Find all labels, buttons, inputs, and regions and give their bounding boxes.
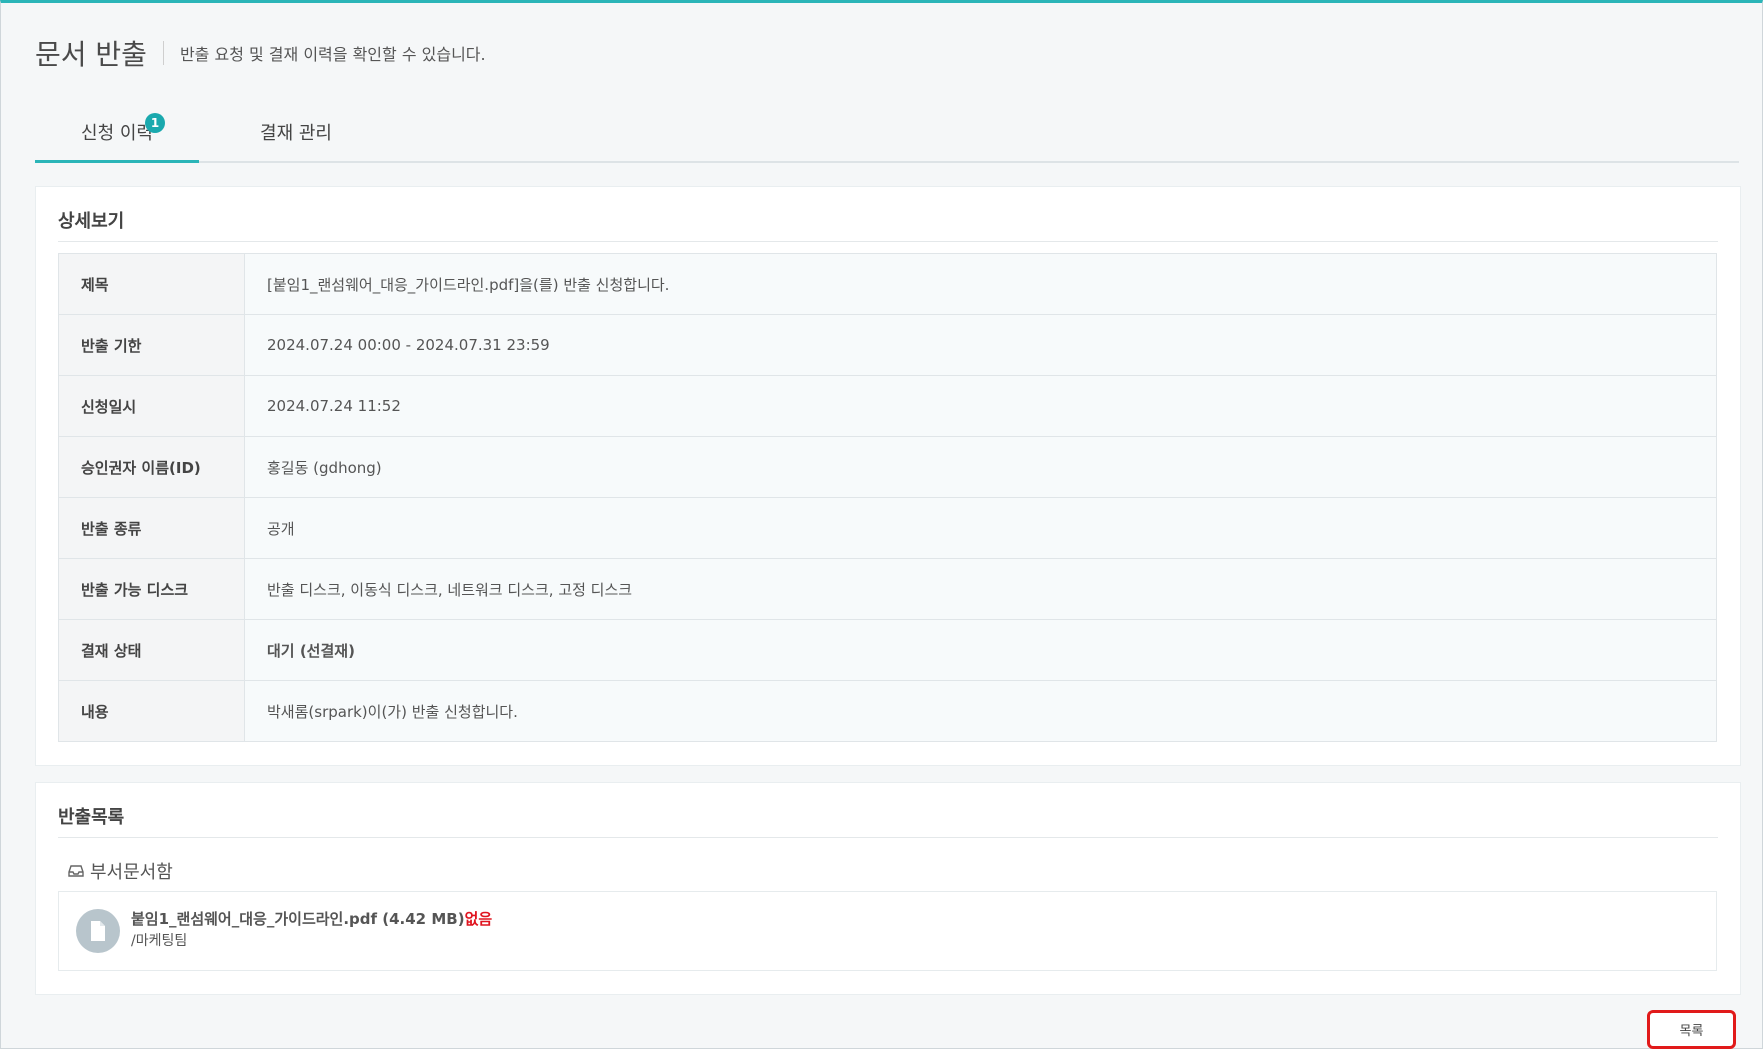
detail-value: 공개 xyxy=(244,497,1717,559)
detail-value: 2024.07.24 11:52 xyxy=(244,375,1717,437)
export-list-title: 반출목록 xyxy=(58,807,125,828)
list-button[interactable]: 목록 xyxy=(1647,1010,1736,1049)
file-path: /마케팅팀 xyxy=(131,933,188,949)
detail-value: 박새롬(srpark)이(가) 반출 신청합니다. xyxy=(244,680,1717,742)
folder-label: 부서문서함 xyxy=(68,858,173,884)
tab-approval-management-label: 결재 관리 xyxy=(260,123,332,144)
detail-label: 결재 상태 xyxy=(58,619,245,681)
detail-label: 반출 종류 xyxy=(58,497,245,559)
detail-row-export-type: 반출 종류 공개 xyxy=(58,497,1717,559)
detail-row-request-date: 신청일시 2024.07.24 11:52 xyxy=(58,375,1717,437)
document-icon xyxy=(76,909,120,953)
app-window: 문서 반출 반출 요청 및 결재 이력을 확인할 수 있습니다. 신청 이력 1… xyxy=(0,0,1763,1049)
detail-label: 제목 xyxy=(58,253,245,315)
tab-approval-management[interactable]: 결재 관리 xyxy=(231,103,361,161)
detail-value: 홍길동 (gdhong) xyxy=(244,436,1717,498)
detail-row-content: 내용 박새롬(srpark)이(가) 반출 신청합니다. xyxy=(58,680,1717,742)
detail-label: 승인권자 이름(ID) xyxy=(58,436,245,498)
tab-request-history-label: 신청 이력 xyxy=(81,122,153,144)
title-divider xyxy=(162,41,164,65)
divider xyxy=(58,241,1718,242)
detail-label: 반출 기한 xyxy=(58,314,245,376)
detail-panel: 상세보기 제목 [붙임1_랜섬웨어_대응_가이드라인.pdf]을(를) 반출 신… xyxy=(35,186,1741,766)
detail-label: 반출 가능 디스크 xyxy=(58,558,245,620)
detail-row-approval-status: 결재 상태 대기 (선결재) xyxy=(58,619,1717,681)
detail-panel-title: 상세보기 xyxy=(58,211,125,232)
detail-label: 신청일시 xyxy=(58,375,245,437)
export-list-panel: 반출목록 부서문서함 붙임1_랜섬웨어_대응_가이드라인.pdf (4.42 M… xyxy=(35,782,1741,995)
inbox-tray-icon xyxy=(68,864,84,878)
file-item[interactable]: 붙임1_랜섬웨어_대응_가이드라인.pdf (4.42 MB)없음 /마케팅팀 xyxy=(58,891,1717,971)
file-name-line: 붙임1_랜섬웨어_대응_가이드라인.pdf (4.42 MB)없음 xyxy=(131,908,492,929)
page-header: 문서 반출 반출 요청 및 결재 이력을 확인할 수 있습니다. xyxy=(35,33,486,73)
file-name: 붙임1_랜섬웨어_대응_가이드라인.pdf (4.42 MB) xyxy=(131,910,465,928)
page-description: 반출 요청 및 결재 이력을 확인할 수 있습니다. xyxy=(179,45,486,64)
detail-value: [붙임1_랜섬웨어_대응_가이드라인.pdf]을(를) 반출 신청합니다. xyxy=(244,253,1717,315)
detail-row-title: 제목 [붙임1_랜섬웨어_대응_가이드라인.pdf]을(를) 반출 신청합니다. xyxy=(58,253,1717,315)
tab-request-history[interactable]: 신청 이력 1 xyxy=(35,103,199,163)
detail-row-period: 반출 기한 2024.07.24 00:00 - 2024.07.31 23:5… xyxy=(58,314,1717,376)
approval-status-value: 대기 (선결재) xyxy=(244,619,1717,681)
file-missing-status: 없음 xyxy=(464,910,493,928)
detail-value: 반출 디스크, 이동식 디스크, 네트워크 디스크, 고정 디스크 xyxy=(244,558,1717,620)
tab-bar: 신청 이력 1 결재 관리 xyxy=(35,103,1739,163)
notification-badge: 1 xyxy=(145,113,165,133)
detail-table: 제목 [붙임1_랜섬웨어_대응_가이드라인.pdf]을(를) 반출 신청합니다.… xyxy=(58,253,1717,742)
detail-row-disks: 반출 가능 디스크 반출 디스크, 이동식 디스크, 네트워크 디스크, 고정 … xyxy=(58,558,1717,620)
folder-name: 부서문서함 xyxy=(90,862,173,883)
page-title: 문서 반출 xyxy=(35,38,147,71)
detail-row-approver: 승인권자 이름(ID) 홍길동 (gdhong) xyxy=(58,436,1717,498)
divider xyxy=(58,837,1718,838)
detail-value: 2024.07.24 00:00 - 2024.07.31 23:59 xyxy=(244,314,1717,376)
detail-label: 내용 xyxy=(58,680,245,742)
